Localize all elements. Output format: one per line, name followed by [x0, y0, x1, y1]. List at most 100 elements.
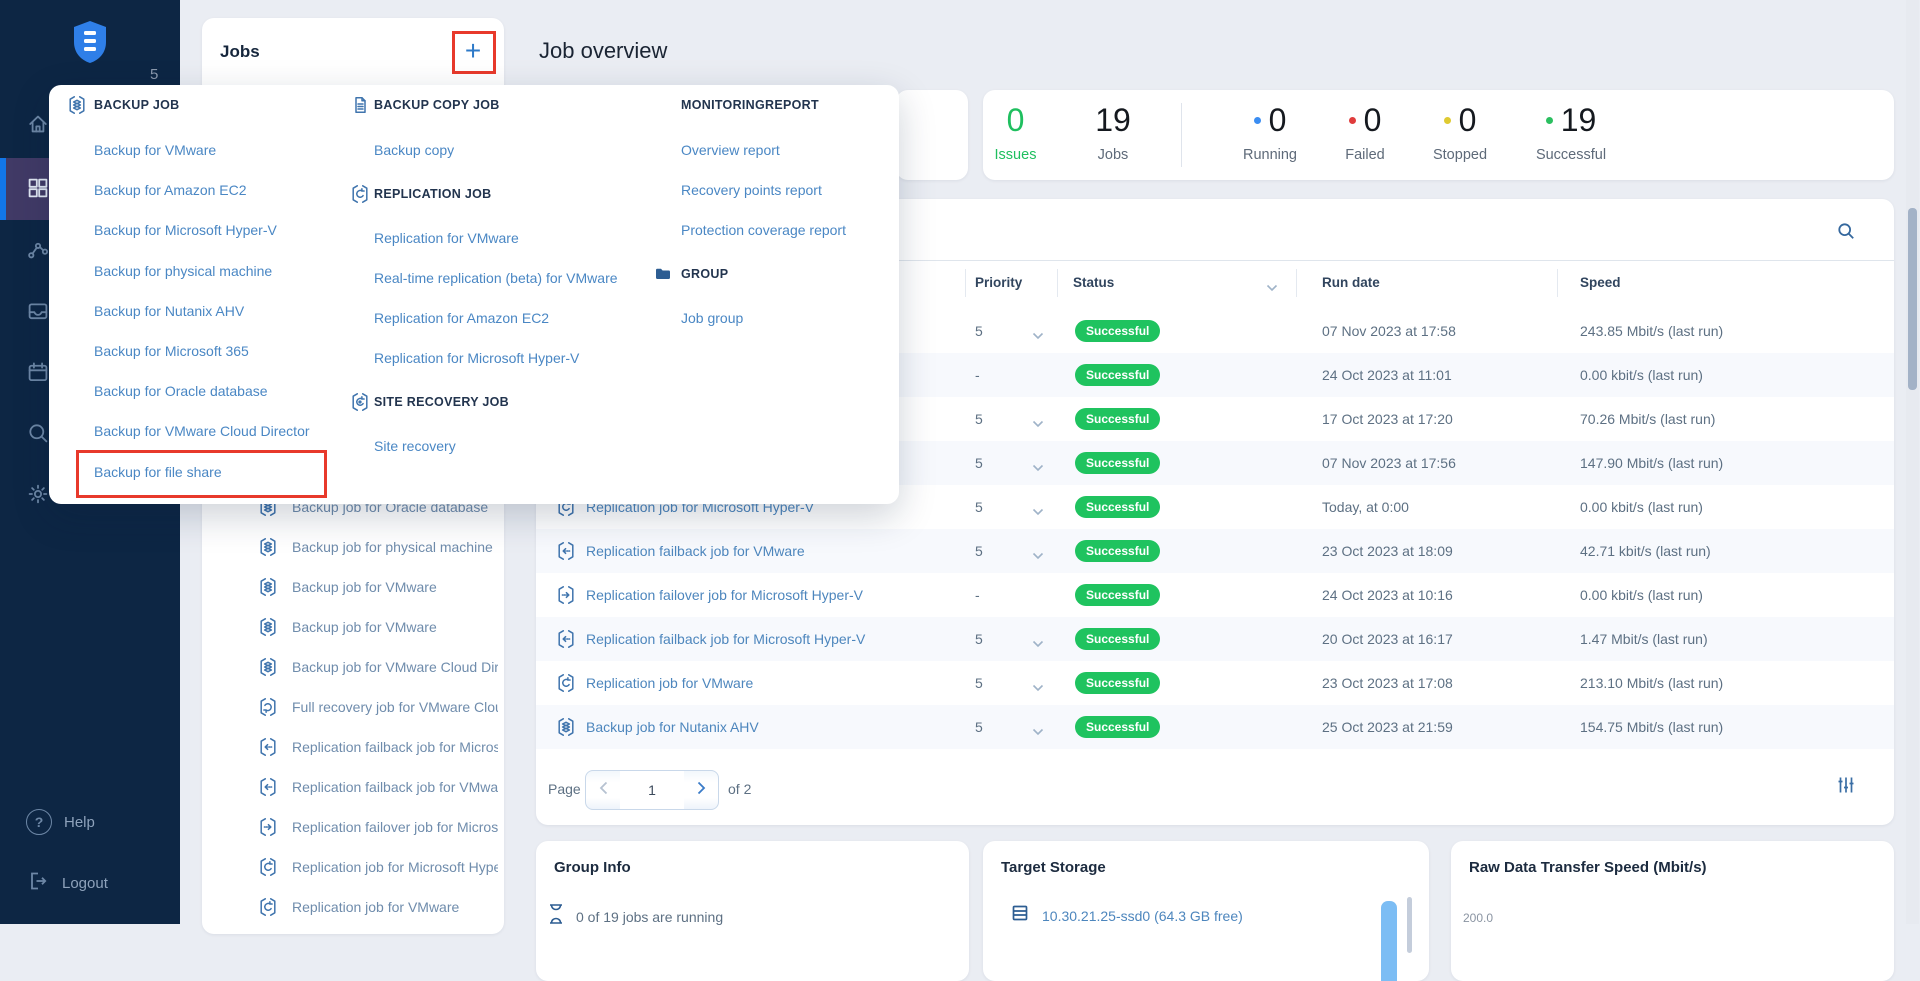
folder-icon	[653, 264, 673, 284]
table-settings-sliders-icon[interactable]	[1836, 775, 1856, 795]
priority-chevron-icon[interactable]	[1032, 723, 1044, 731]
table-row[interactable]: Replication failback job for Microsoft H…	[536, 617, 1894, 661]
pagination-next-button[interactable]	[684, 781, 718, 800]
replication-icon	[258, 897, 278, 917]
menu-item-real-time-replication-beta-for-vmware[interactable]: Real-time replication (beta) for VMware	[374, 268, 618, 288]
page-scrollbar-thumb[interactable]	[1908, 208, 1917, 390]
menu-item-backup-for-physical-machine[interactable]: Backup for physical machine	[94, 261, 272, 281]
failed-dot-icon	[1349, 117, 1356, 124]
priority-chevron-icon[interactable]	[1032, 327, 1044, 335]
job-link-label[interactable]: Backup job for VMware Cloud Direc	[292, 659, 498, 675]
status-badge: Successful	[1075, 628, 1160, 650]
priority-chevron-icon[interactable]	[1032, 503, 1044, 511]
menu-item-overview-report[interactable]: Overview report	[681, 140, 780, 160]
stopped-dot-icon	[1444, 117, 1451, 124]
stopped-count: 0	[1459, 102, 1477, 139]
jobs-list-item[interactable]: Replication failover job for Microsof	[202, 807, 504, 847]
column-header-speed[interactable]: Speed	[1580, 261, 1621, 305]
menu-item-replication-for-microsoft-hyper-v[interactable]: Replication for Microsoft Hyper-V	[374, 348, 579, 368]
status-badge: Successful	[1075, 672, 1160, 694]
storage-disk-icon	[1010, 903, 1030, 928]
jobs-list-item[interactable]: Backup job for VMware	[202, 607, 504, 647]
storage-card-scrollbar[interactable]	[1407, 897, 1412, 953]
pagination-prev-button[interactable]	[586, 781, 620, 800]
job-link-label[interactable]: Backup job for VMware	[292, 579, 498, 595]
logout-button[interactable]: Logout	[26, 869, 166, 897]
menu-item-backup-copy[interactable]: Backup copy	[374, 140, 454, 160]
pagination-page-input[interactable]: 1	[620, 771, 684, 809]
run-date-value: 25 Oct 2023 at 21:59	[1322, 705, 1453, 749]
menu-item-protection-coverage-report[interactable]: Protection coverage report	[681, 220, 846, 240]
status-filter-chevron-icon[interactable]	[1266, 279, 1278, 287]
overview-partial-card	[896, 90, 968, 180]
job-link-label[interactable]: Replication job for Microsoft Hyper-	[292, 859, 498, 875]
jobs-list-item[interactable]: Backup job for VMware	[202, 567, 504, 607]
jobs-list-item[interactable]: Replication failback job for VMware	[202, 767, 504, 807]
menu-item-recovery-points-report[interactable]: Recovery points report	[681, 180, 822, 200]
job-name-link[interactable]: Replication failback job for VMware	[586, 529, 805, 573]
table-row[interactable]: Replication job for VMware5Successful23 …	[536, 661, 1894, 705]
menu-item-backup-for-microsoft-365[interactable]: Backup for Microsoft 365	[94, 341, 249, 361]
menu-item-backup-for-vmware[interactable]: Backup for VMware	[94, 140, 216, 160]
speed-value: 0.00 kbit/s (last run)	[1580, 353, 1703, 397]
table-row[interactable]: Replication failover job for Microsoft H…	[536, 573, 1894, 617]
job-link-label[interactable]: Replication failback job for VMware	[292, 779, 498, 795]
job-link-label[interactable]: Backup job for physical machine	[292, 539, 498, 555]
column-header-run-date[interactable]: Run date	[1322, 261, 1380, 305]
jobs-list-item[interactable]: Replication job for Microsoft Hyper-	[202, 847, 504, 887]
menu-item-job-group[interactable]: Job group	[681, 308, 743, 328]
job-link-label[interactable]: Replication job for VMware	[292, 899, 498, 915]
menu-item-backup-for-vmware-cloud-director[interactable]: Backup for VMware Cloud Director	[94, 421, 310, 441]
jobs-list-item[interactable]: Full recovery job for VMware Cloud	[202, 687, 504, 727]
job-name-link[interactable]: Replication failover job for Microsoft H…	[586, 573, 863, 617]
job-name-link[interactable]: Backup job for Nutanix AHV	[586, 705, 759, 749]
job-link-label[interactable]: Replication failback job for Microso	[292, 739, 498, 755]
column-header-priority[interactable]: Priority	[975, 261, 1022, 305]
help-label: Help	[64, 814, 95, 831]
priority-chevron-icon[interactable]	[1032, 679, 1044, 687]
menu-item-replication-for-vmware[interactable]: Replication for VMware	[374, 228, 519, 248]
group-info-status: 0 of 19 jobs are running	[576, 909, 723, 925]
menu-section-backup-copy-job: BACKUP COPY JOB	[374, 95, 500, 115]
status-badge: Successful	[1075, 496, 1160, 518]
menu-item-backup-for-nutanix-ahv[interactable]: Backup for Nutanix AHV	[94, 301, 244, 321]
run-date-value: 24 Oct 2023 at 11:01	[1322, 353, 1452, 397]
table-row[interactable]: Backup job for Nutanix AHV5Successful25 …	[536, 705, 1894, 749]
menu-section-monitoringreport: MONITORINGREPORT	[681, 95, 819, 115]
menu-item-site-recovery[interactable]: Site recovery	[374, 436, 456, 456]
menu-item-replication-for-amazon-ec2[interactable]: Replication for Amazon EC2	[374, 308, 549, 328]
add-job-dropdown-menu: BACKUP JOBBackup for VMwareBackup for Am…	[49, 85, 899, 504]
site-recovery-icon	[350, 392, 370, 412]
jobs-list-item[interactable]: Backup job for VMware Cloud Direc	[202, 647, 504, 687]
status-badge: Successful	[1075, 364, 1160, 386]
priority-value: 5	[975, 309, 983, 353]
jobs-list-item[interactable]: Backup job for physical machine	[202, 527, 504, 567]
run-date-value: 23 Oct 2023 at 17:08	[1322, 661, 1453, 705]
jobs-list-item[interactable]: Replication failback job for Microso	[202, 727, 504, 767]
priority-chevron-icon[interactable]	[1032, 635, 1044, 643]
priority-chevron-icon[interactable]	[1032, 547, 1044, 555]
priority-chevron-icon[interactable]	[1032, 459, 1044, 467]
group-info-title: Group Info	[554, 859, 631, 876]
settings-icon	[26, 482, 50, 506]
menu-item-backup-for-microsoft-hyper-v[interactable]: Backup for Microsoft Hyper-V	[94, 220, 277, 240]
page-scrollbar-track[interactable]	[1906, 0, 1919, 924]
job-name-link[interactable]: Replication failback job for Microsoft H…	[586, 617, 865, 661]
job-name-link[interactable]: Replication job for VMware	[586, 661, 753, 705]
status-badge: Successful	[1075, 452, 1160, 474]
priority-value: 5	[975, 705, 983, 749]
table-row[interactable]: Replication failback job for VMware5Succ…	[536, 529, 1894, 573]
job-link-label[interactable]: Replication failover job for Microsof	[292, 819, 498, 835]
priority-chevron-icon[interactable]	[1032, 415, 1044, 423]
search-icon[interactable]	[1836, 221, 1856, 241]
stats-divider	[1181, 103, 1182, 167]
menu-item-backup-for-oracle-database[interactable]: Backup for Oracle database	[94, 381, 268, 401]
column-header-status[interactable]: Status	[1073, 261, 1114, 305]
help-button[interactable]: ? Help	[26, 808, 166, 836]
menu-item-backup-for-amazon-ec2[interactable]: Backup for Amazon EC2	[94, 180, 247, 200]
job-link-label[interactable]: Full recovery job for VMware Cloud	[292, 699, 498, 715]
failover-icon	[258, 817, 278, 837]
target-storage-item-link[interactable]: 10.30.21.25-ssd0 (64.3 GB free)	[1042, 908, 1243, 924]
job-link-label[interactable]: Backup job for VMware	[292, 619, 498, 635]
jobs-list-item[interactable]: Replication job for VMware	[202, 887, 504, 927]
